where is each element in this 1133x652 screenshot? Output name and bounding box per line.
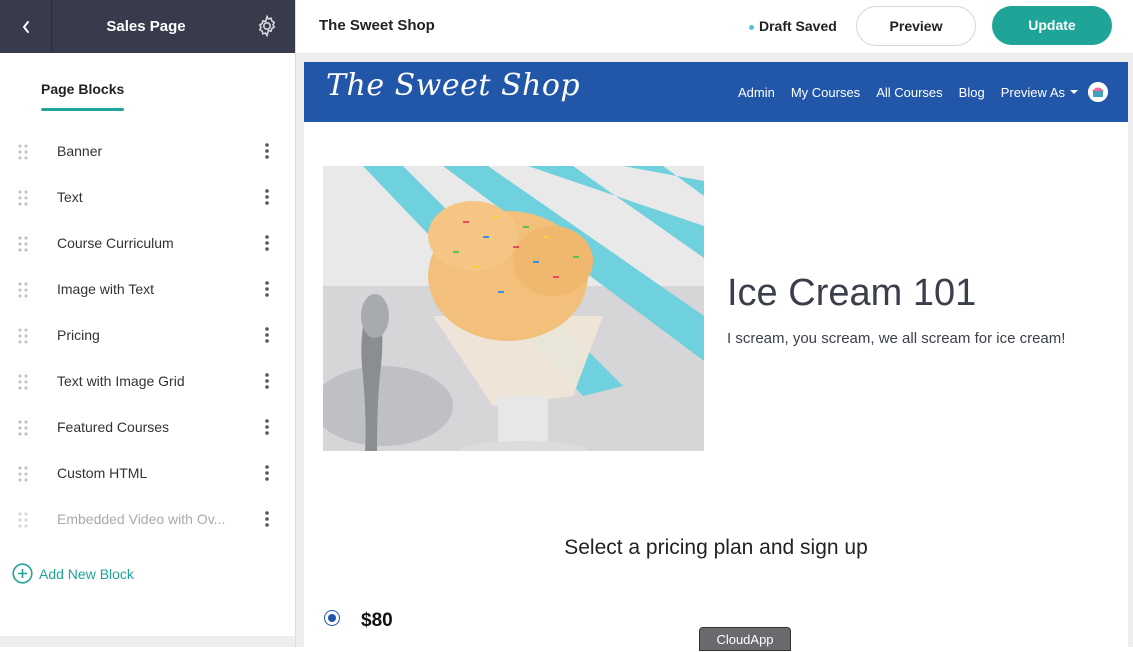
cloudapp-tab[interactable]: CloudApp bbox=[699, 627, 791, 651]
block-item-text-with-image-grid[interactable]: Text with Image Grid bbox=[0, 358, 295, 404]
site-logo[interactable]: The Sweet Shop bbox=[326, 68, 580, 103]
pricing-plan-price: $80 bbox=[361, 610, 393, 631]
nav-link-admin[interactable]: Admin bbox=[738, 85, 775, 100]
drag-handle-icon[interactable] bbox=[18, 144, 28, 160]
pricing-plan-radio[interactable] bbox=[324, 610, 340, 626]
update-button[interactable]: Update bbox=[992, 6, 1112, 45]
save-status: Draft Saved bbox=[749, 0, 837, 52]
tab-page-blocks[interactable]: Page Blocks bbox=[41, 81, 124, 97]
more-options-icon[interactable] bbox=[262, 418, 272, 436]
cupcake-avatar-icon bbox=[1088, 82, 1108, 102]
hero-subtitle: I scream, you scream, we all scream for … bbox=[727, 330, 1066, 347]
add-new-block-label: Add New Block bbox=[39, 565, 134, 582]
more-options-icon[interactable] bbox=[262, 188, 272, 206]
sidebar-header: Sales Page bbox=[0, 0, 295, 53]
block-item-text[interactable]: Text bbox=[0, 174, 295, 220]
block-item-embedded-video[interactable]: Embedded Video with Ov... bbox=[0, 496, 295, 542]
block-label: Text with Image Grid bbox=[57, 373, 185, 389]
nav-link-all-courses[interactable]: All Courses bbox=[876, 85, 942, 100]
block-label: Image with Text bbox=[57, 281, 155, 297]
preview-canvas: The Sweet Shop Admin My Courses All Cour… bbox=[296, 54, 1133, 647]
more-options-icon[interactable] bbox=[262, 280, 272, 298]
back-button[interactable] bbox=[0, 0, 52, 53]
drag-handle-icon[interactable] bbox=[18, 374, 28, 390]
chevron-left-icon bbox=[22, 20, 29, 33]
avatar[interactable] bbox=[1088, 82, 1108, 102]
block-label: Featured Courses bbox=[57, 419, 170, 435]
block-label: Banner bbox=[57, 143, 103, 159]
sidebar-footer bbox=[0, 636, 295, 647]
drag-handle-icon[interactable] bbox=[18, 282, 28, 298]
page-blocks-panel: Page Blocks Banner Text Course Curriculu… bbox=[0, 53, 295, 647]
block-label: Pricing bbox=[57, 327, 100, 343]
sidebar: Sales Page Page Blocks Banner Text Cours… bbox=[0, 0, 295, 647]
site-name: The Sweet Shop bbox=[319, 17, 435, 34]
save-status-label: Draft Saved bbox=[759, 18, 837, 34]
drag-handle-icon[interactable] bbox=[18, 420, 28, 436]
drag-handle-icon[interactable] bbox=[18, 236, 28, 252]
plus-circle-icon bbox=[12, 563, 33, 584]
preview-as-label: Preview As bbox=[1000, 84, 1065, 100]
block-label: Custom HTML bbox=[57, 465, 148, 481]
gear-icon[interactable] bbox=[255, 14, 279, 38]
more-options-icon[interactable] bbox=[262, 510, 272, 528]
nav-link-my-courses[interactable]: My Courses bbox=[791, 85, 860, 100]
more-options-icon[interactable] bbox=[262, 142, 272, 160]
drag-handle-icon[interactable] bbox=[18, 328, 28, 344]
site-navbar: The Sweet Shop Admin My Courses All Cour… bbox=[304, 62, 1128, 122]
more-options-icon[interactable] bbox=[262, 234, 272, 252]
nav-link-blog[interactable]: Blog bbox=[959, 85, 985, 100]
editor-topbar: The Sweet Shop Draft Saved Preview Updat… bbox=[296, 0, 1133, 54]
site-nav-links: Admin My Courses All Courses Blog Previe… bbox=[738, 62, 1078, 122]
preview-button[interactable]: Preview bbox=[856, 6, 976, 46]
ice-cream-image bbox=[323, 166, 704, 451]
drag-handle-icon[interactable] bbox=[18, 512, 28, 528]
drag-handle-icon[interactable] bbox=[18, 466, 28, 482]
more-options-icon[interactable] bbox=[262, 326, 272, 344]
block-item-featured-courses[interactable]: Featured Courses bbox=[0, 404, 295, 450]
pricing-heading: Select a pricing plan and sign up bbox=[564, 536, 868, 559]
caret-down-icon bbox=[1070, 90, 1078, 94]
sales-page-preview: The Sweet Shop Admin My Courses All Cour… bbox=[304, 62, 1128, 647]
block-label: Embedded Video with Ov... bbox=[57, 511, 226, 527]
block-item-pricing[interactable]: Pricing bbox=[0, 312, 295, 358]
more-options-icon[interactable] bbox=[262, 372, 272, 390]
hero-title: Ice Cream 101 bbox=[727, 272, 977, 314]
block-label: Text bbox=[57, 189, 83, 205]
more-options-icon[interactable] bbox=[262, 464, 272, 482]
drag-handle-icon[interactable] bbox=[18, 190, 28, 206]
block-item-image-with-text[interactable]: Image with Text bbox=[0, 266, 295, 312]
add-new-block-button[interactable]: Add New Block bbox=[12, 563, 134, 584]
block-label: Course Curriculum bbox=[57, 235, 174, 251]
active-tab-indicator bbox=[41, 108, 124, 111]
block-item-course-curriculum[interactable]: Course Curriculum bbox=[0, 220, 295, 266]
block-item-custom-html[interactable]: Custom HTML bbox=[0, 450, 295, 496]
block-item-banner[interactable]: Banner bbox=[0, 128, 295, 174]
preview-as-dropdown[interactable]: Preview As bbox=[1001, 85, 1078, 100]
sidebar-title: Sales Page bbox=[106, 18, 186, 35]
status-dot-icon bbox=[749, 25, 754, 30]
